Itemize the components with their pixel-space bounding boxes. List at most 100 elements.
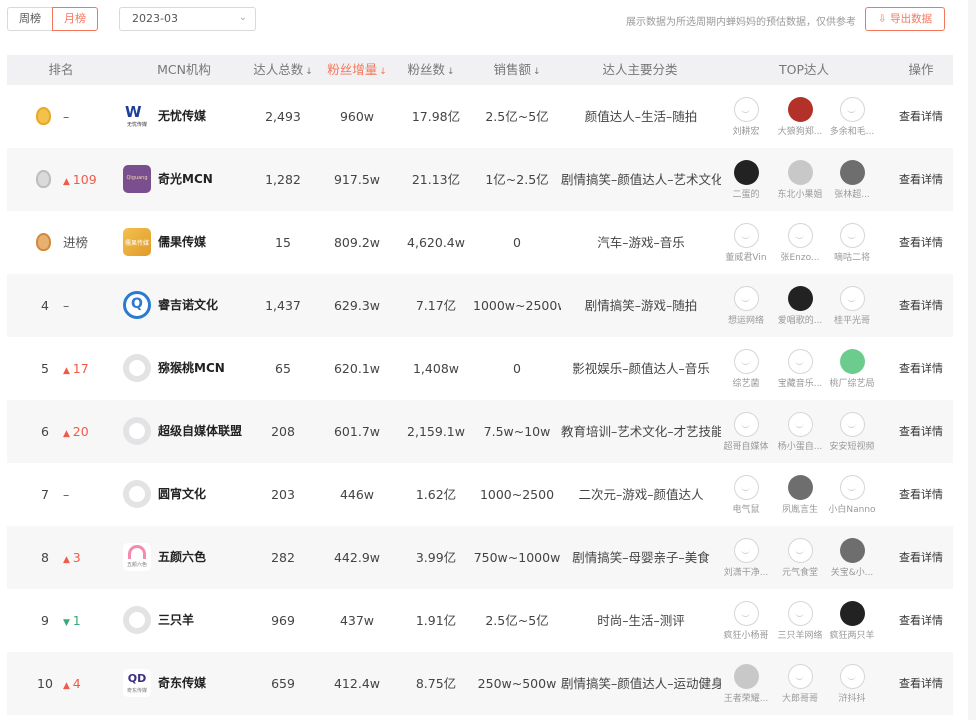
header-fans-increase[interactable]: 粉丝增量 ↓: [325, 55, 389, 85]
avatar-placeholder-icon: [733, 475, 759, 500]
view-details-link[interactable]: 查看详情: [893, 652, 949, 715]
avatar-placeholder-icon: [733, 286, 759, 311]
top-kol[interactable]: 疯狂小杨哥: [719, 597, 773, 641]
table-row: 10 ▲ 4 QD 奇东传媒 奇东传媒 659 412.4w 8.75亿 250w~500w 剧情…: [7, 652, 953, 715]
mcn-logo[interactable]: Qiguang: [123, 165, 151, 193]
rank-change: ▲ 4: [63, 652, 81, 715]
view-details-link[interactable]: 查看详情: [893, 85, 949, 148]
rank-change-value: 3: [72, 550, 81, 565]
top-kol[interactable]: 张Enzo...: [773, 219, 827, 263]
avatar-placeholder-icon: [733, 97, 759, 122]
sales: 7.5w~10w: [483, 424, 551, 439]
avatar-placeholder-icon: [839, 412, 865, 437]
top-kol[interactable]: 东北小果姐: [773, 156, 827, 200]
top-kol[interactable]: 综艺菌: [719, 345, 773, 389]
top-kol[interactable]: 夙胤言生: [773, 471, 827, 515]
top-kol[interactable]: 大狼狗郑...: [773, 93, 827, 137]
top-kol[interactable]: 三只羊网络: [773, 597, 827, 641]
avatar-placeholder-icon: [839, 475, 865, 500]
sales: 2.5亿~5亿: [485, 109, 549, 124]
export-icon: ⇩: [877, 13, 887, 25]
top-kol[interactable]: 宝藏音乐...: [773, 345, 827, 389]
top-kol[interactable]: 爱唱歌的...: [773, 282, 827, 326]
rank-change-value: –: [63, 487, 70, 502]
avatar: [839, 538, 865, 563]
header-sales[interactable]: 销售额 ↓: [481, 55, 553, 85]
mcn-name[interactable]: 睿吉诺文化: [158, 274, 218, 337]
top-kol[interactable]: 杨小蛋自...: [773, 408, 827, 452]
mcn-logo[interactable]: [123, 417, 151, 445]
top-kol[interactable]: 嘀咕二将: [825, 219, 879, 263]
mcn-name[interactable]: 儒果传媒: [158, 211, 206, 274]
kol-name: 关宝&小...: [830, 568, 874, 578]
export-button[interactable]: ⇩ 导出数据: [865, 7, 945, 31]
mcn-logo[interactable]: Q: [123, 291, 151, 319]
mcn-name[interactable]: 圆宵文化: [158, 463, 206, 526]
top-kol[interactable]: 桂平光哥: [825, 282, 879, 326]
mcn-name[interactable]: 无忧传媒: [158, 85, 206, 148]
header-action: 操作: [908, 62, 934, 77]
top-kol[interactable]: 刘潇干净...: [719, 534, 773, 578]
mcn-name[interactable]: 五颜六色: [158, 526, 206, 589]
mcn-name[interactable]: 奇光MCN: [158, 148, 213, 211]
mcn-logo[interactable]: [123, 480, 151, 508]
mcn-name[interactable]: 超级自媒体联盟: [158, 400, 242, 463]
kol-name: 多余和毛...: [829, 127, 875, 137]
top-kol[interactable]: 大郎哥哥: [773, 660, 827, 704]
rank-change: ▲ 3: [63, 526, 81, 589]
view-details-link[interactable]: 查看详情: [893, 211, 949, 274]
mcn-logo[interactable]: [123, 606, 151, 634]
avatar-placeholder-icon: [787, 601, 813, 626]
scrollbar[interactable]: [968, 0, 976, 720]
top-kol[interactable]: 刘耕宏: [719, 93, 773, 137]
top-kol[interactable]: 王者荣耀...: [719, 660, 773, 704]
top-kol[interactable]: 董威君Vin: [719, 219, 773, 263]
view-details-link[interactable]: 查看详情: [893, 337, 949, 400]
rank-change: ▲ 17: [63, 337, 89, 400]
top-kol[interactable]: 超哥自媒体: [719, 408, 773, 452]
rank-change: 进榜: [63, 211, 88, 274]
mcn-name[interactable]: 猕猴桃MCN: [158, 337, 225, 400]
top-kol[interactable]: 小白Nanno: [825, 471, 879, 515]
fans-increase: 960w: [339, 109, 375, 124]
view-details-link[interactable]: 查看详情: [893, 463, 949, 526]
top-kol[interactable]: 想运网络: [719, 282, 773, 326]
top-kol[interactable]: 桃厂综艺局: [825, 345, 879, 389]
top-kol[interactable]: 安安短视频: [825, 408, 879, 452]
view-details-link[interactable]: 查看详情: [893, 526, 949, 589]
top-kol[interactable]: 多余和毛...: [825, 93, 879, 137]
mcn-logo[interactable]: W 无忧传媒: [123, 102, 151, 130]
tab-monthly[interactable]: 月榜: [52, 7, 98, 31]
table-row: 5 ▲ 17 猕猴桃MCN 65 620.1w 1,408w 0 影视娱乐–颜值达人–音乐 综艺…: [7, 337, 953, 400]
view-details-link[interactable]: 查看详情: [893, 148, 949, 211]
mcn-name[interactable]: 奇东传媒: [158, 652, 206, 715]
mcn-logo[interactable]: QD 奇东传媒: [123, 669, 151, 697]
fans-increase: 809.2w: [333, 235, 380, 250]
rank-change: –: [63, 274, 69, 337]
kol-total: 282: [271, 550, 295, 565]
view-details-link[interactable]: 查看详情: [893, 400, 949, 463]
view-details-link[interactable]: 查看详情: [893, 274, 949, 337]
tab-weekly[interactable]: 周榜: [7, 7, 53, 31]
top-kol[interactable]: 张林超...: [825, 156, 879, 200]
mcn-logo[interactable]: 儒果传媒: [123, 228, 151, 256]
kol-total: 969: [271, 613, 295, 628]
kol-name: 疯狂小杨哥: [723, 631, 769, 641]
view-details-link[interactable]: 查看详情: [893, 589, 949, 652]
fans-increase: 446w: [339, 487, 375, 502]
mcn-logo[interactable]: [123, 354, 151, 382]
top-kol[interactable]: 浒抖抖: [825, 660, 879, 704]
date-select[interactable]: 2023-03 ⌄: [119, 7, 256, 31]
header-fans[interactable]: 粉丝数 ↓: [399, 55, 463, 85]
sales: 2.5亿~5亿: [485, 613, 549, 628]
top-kol[interactable]: 关宝&小...: [825, 534, 879, 578]
sort-icon: ↓: [446, 67, 455, 77]
header-mcn: MCN机构: [157, 62, 211, 77]
mcn-logo[interactable]: 五颜六色: [123, 543, 151, 571]
top-kol[interactable]: 电气鼠: [719, 471, 773, 515]
header-kol-total[interactable]: 达人总数 ↓: [251, 55, 315, 85]
top-kol[interactable]: 元气食堂: [773, 534, 827, 578]
top-kol[interactable]: 二蛋的: [719, 156, 773, 200]
top-kol[interactable]: 疯狂两只羊: [825, 597, 879, 641]
mcn-name[interactable]: 三只羊: [158, 589, 194, 652]
